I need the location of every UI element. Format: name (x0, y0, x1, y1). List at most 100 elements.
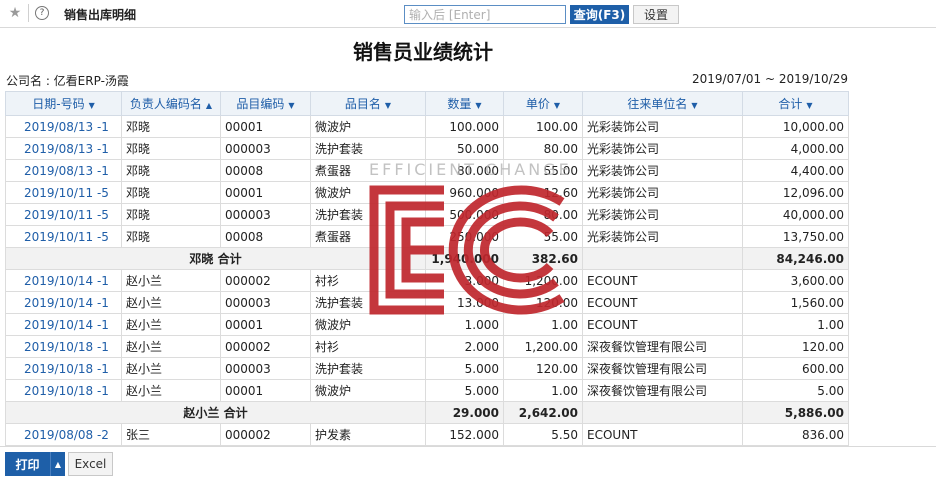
subtotal-qty: 29.000 (425, 401, 504, 424)
cell-total: 12,096.00 (742, 181, 849, 204)
cell-date-link[interactable]: 2019/10/11 -5 (5, 225, 122, 248)
table-row: 2019/08/13 -1 邓晓 00001 微波炉 100.000 100.00 光彩装饰… (5, 115, 849, 138)
column-header-label: 品目名 (344, 97, 381, 111)
cell-total: 4,400.00 (742, 159, 849, 182)
cell-price: 120.00 (503, 357, 583, 380)
cell-person: 赵小兰 (121, 379, 221, 402)
menu-title: 销售出库明细 (64, 8, 137, 22)
report-title: 销售员业绩统计 (353, 40, 493, 64)
cell-item-code: 00001 (220, 115, 311, 138)
sort-ascending-icon[interactable]: ▲ (206, 101, 212, 110)
bottom-toolbar: 打印 ▲ Excel (0, 446, 936, 480)
cell-price: 80.00 (503, 137, 583, 160)
cell-item-name: 护发素 (310, 423, 426, 446)
cell-qty: 152.000 (425, 423, 504, 446)
subtotal-empty (582, 247, 743, 270)
cell-total: 4,000.00 (742, 137, 849, 160)
query-button[interactable]: 查询(F3) (570, 5, 629, 24)
cell-item-code: 000002 (220, 335, 311, 358)
cell-qty: 50.000 (425, 137, 504, 160)
cell-item-code: 000003 (220, 357, 311, 380)
cell-total: 5.00 (742, 379, 849, 402)
cell-date-link[interactable]: 2019/10/18 -1 (5, 379, 122, 402)
cell-item-code: 00001 (220, 313, 311, 336)
cell-date-link[interactable]: 2019/10/14 -1 (5, 313, 122, 336)
sort-descending-icon[interactable]: ▼ (288, 101, 294, 110)
cell-date-link[interactable]: 2019/10/14 -1 (5, 291, 122, 314)
star-icon[interactable]: ★ (7, 5, 23, 21)
search-input[interactable] (404, 5, 566, 24)
print-button[interactable]: 打印 (5, 452, 50, 476)
column-header[interactable]: 负责人编码名 ▲ (121, 91, 221, 116)
cell-person: 张三 (121, 423, 221, 446)
company-name: 公司名 : 亿看ERP-汤霞 (6, 74, 129, 88)
subtotal-price: 2,642.00 (503, 401, 583, 424)
sort-descending-icon[interactable]: ▼ (806, 101, 812, 110)
column-header-label: 负责人编码名 (129, 97, 202, 111)
cell-partner: ECOUNT (582, 269, 743, 292)
print-dropdown-chevron-icon[interactable]: ▲ (50, 452, 65, 476)
cell-price: 5.50 (503, 423, 583, 446)
subtotal-label: 赵小兰 合计 (5, 401, 426, 424)
cell-item-code: 00001 (220, 379, 311, 402)
cell-total: 13,750.00 (742, 225, 849, 248)
cell-qty: 2.000 (425, 335, 504, 358)
cell-date-link[interactable]: 2019/10/18 -1 (5, 335, 122, 358)
cell-item-name: 洗护套装 (310, 137, 426, 160)
column-header[interactable]: 品目名 ▼ (310, 91, 426, 116)
excel-button[interactable]: Excel (68, 452, 113, 476)
cell-total: 10,000.00 (742, 115, 849, 138)
cell-date-link[interactable]: 2019/10/18 -1 (5, 357, 122, 380)
column-header[interactable]: 单价 ▼ (503, 91, 583, 116)
cell-price: 100.00 (503, 115, 583, 138)
cell-partner: ECOUNT (582, 313, 743, 336)
cell-date-link[interactable]: 2019/08/13 -1 (5, 115, 122, 138)
column-header-label: 数量 (447, 97, 472, 111)
column-header[interactable]: 往来单位名 ▼ (582, 91, 743, 116)
column-header[interactable]: 数量 ▼ (425, 91, 504, 116)
settings-button[interactable]: 设置 (633, 5, 679, 24)
cell-item-code: 000003 (220, 203, 311, 226)
sort-descending-icon[interactable]: ▼ (475, 101, 481, 110)
column-header[interactable]: 日期-号码 ▼ (5, 91, 122, 116)
cell-partner: 光彩装饰公司 (582, 159, 743, 182)
cell-qty: 5.000 (425, 379, 504, 402)
cell-partner: 光彩装饰公司 (582, 137, 743, 160)
cell-date-link[interactable]: 2019/08/08 -2 (5, 423, 122, 446)
cell-date-link[interactable]: 2019/10/11 -5 (5, 203, 122, 226)
column-header[interactable]: 合计 ▼ (742, 91, 849, 116)
cell-qty: 5.000 (425, 357, 504, 380)
cell-partner: 光彩装饰公司 (582, 225, 743, 248)
cell-total: 40,000.00 (742, 203, 849, 226)
cell-price: 1.00 (503, 379, 583, 402)
cell-total: 600.00 (742, 357, 849, 380)
cell-person: 赵小兰 (121, 313, 221, 336)
cell-price: 1,200.00 (503, 335, 583, 358)
cell-date-link[interactable]: 2019/08/13 -1 (5, 159, 122, 182)
cell-date-link[interactable]: 2019/10/14 -1 (5, 269, 122, 292)
cell-person: 邓晓 (121, 203, 221, 226)
cell-item-code: 00001 (220, 181, 311, 204)
cell-item-name: 微波炉 (310, 115, 426, 138)
table-row: 2019/08/08 -2 张三 000002 护发素 152.000 5.50 ECOUN… (5, 423, 849, 446)
column-header-label: 品目编码 (236, 97, 285, 111)
subtotal-empty (582, 401, 743, 424)
cell-partner: 光彩装饰公司 (582, 203, 743, 226)
date-range: 2019/07/01 ~ 2019/10/29 (691, 72, 848, 86)
sort-descending-icon[interactable]: ▼ (385, 101, 391, 110)
sort-descending-icon[interactable]: ▼ (554, 101, 560, 110)
cell-total: 836.00 (742, 423, 849, 446)
column-header[interactable]: 品目编码 ▼ (220, 91, 311, 116)
cell-partner: ECOUNT (582, 291, 743, 314)
cell-date-link[interactable]: 2019/08/13 -1 (5, 137, 122, 160)
table-row: 2019/10/18 -1 赵小兰 000003 洗护套装 5.000 120.00 深夜餐… (5, 357, 849, 380)
help-icon[interactable]: ? (35, 6, 49, 20)
sort-descending-icon[interactable]: ▼ (89, 101, 95, 110)
sort-descending-icon[interactable]: ▼ (691, 101, 697, 110)
cell-item-name: 微波炉 (310, 379, 426, 402)
cell-date-link[interactable]: 2019/10/11 -5 (5, 181, 122, 204)
table-header-row: 日期-号码 ▼ 负责人编码名 ▲ 品目编码 ▼ 品目名 ▼ 数量 ▼ 单价 ▼ 往来单位名 ▼ 合计 ▼ (5, 91, 849, 116)
subtotal-row: 赵小兰 合计 29.000 2,642.00 5,886.00 (5, 401, 849, 424)
subtotal-label: 邓晓 合计 (5, 247, 426, 270)
cell-item-code: 000003 (220, 137, 311, 160)
